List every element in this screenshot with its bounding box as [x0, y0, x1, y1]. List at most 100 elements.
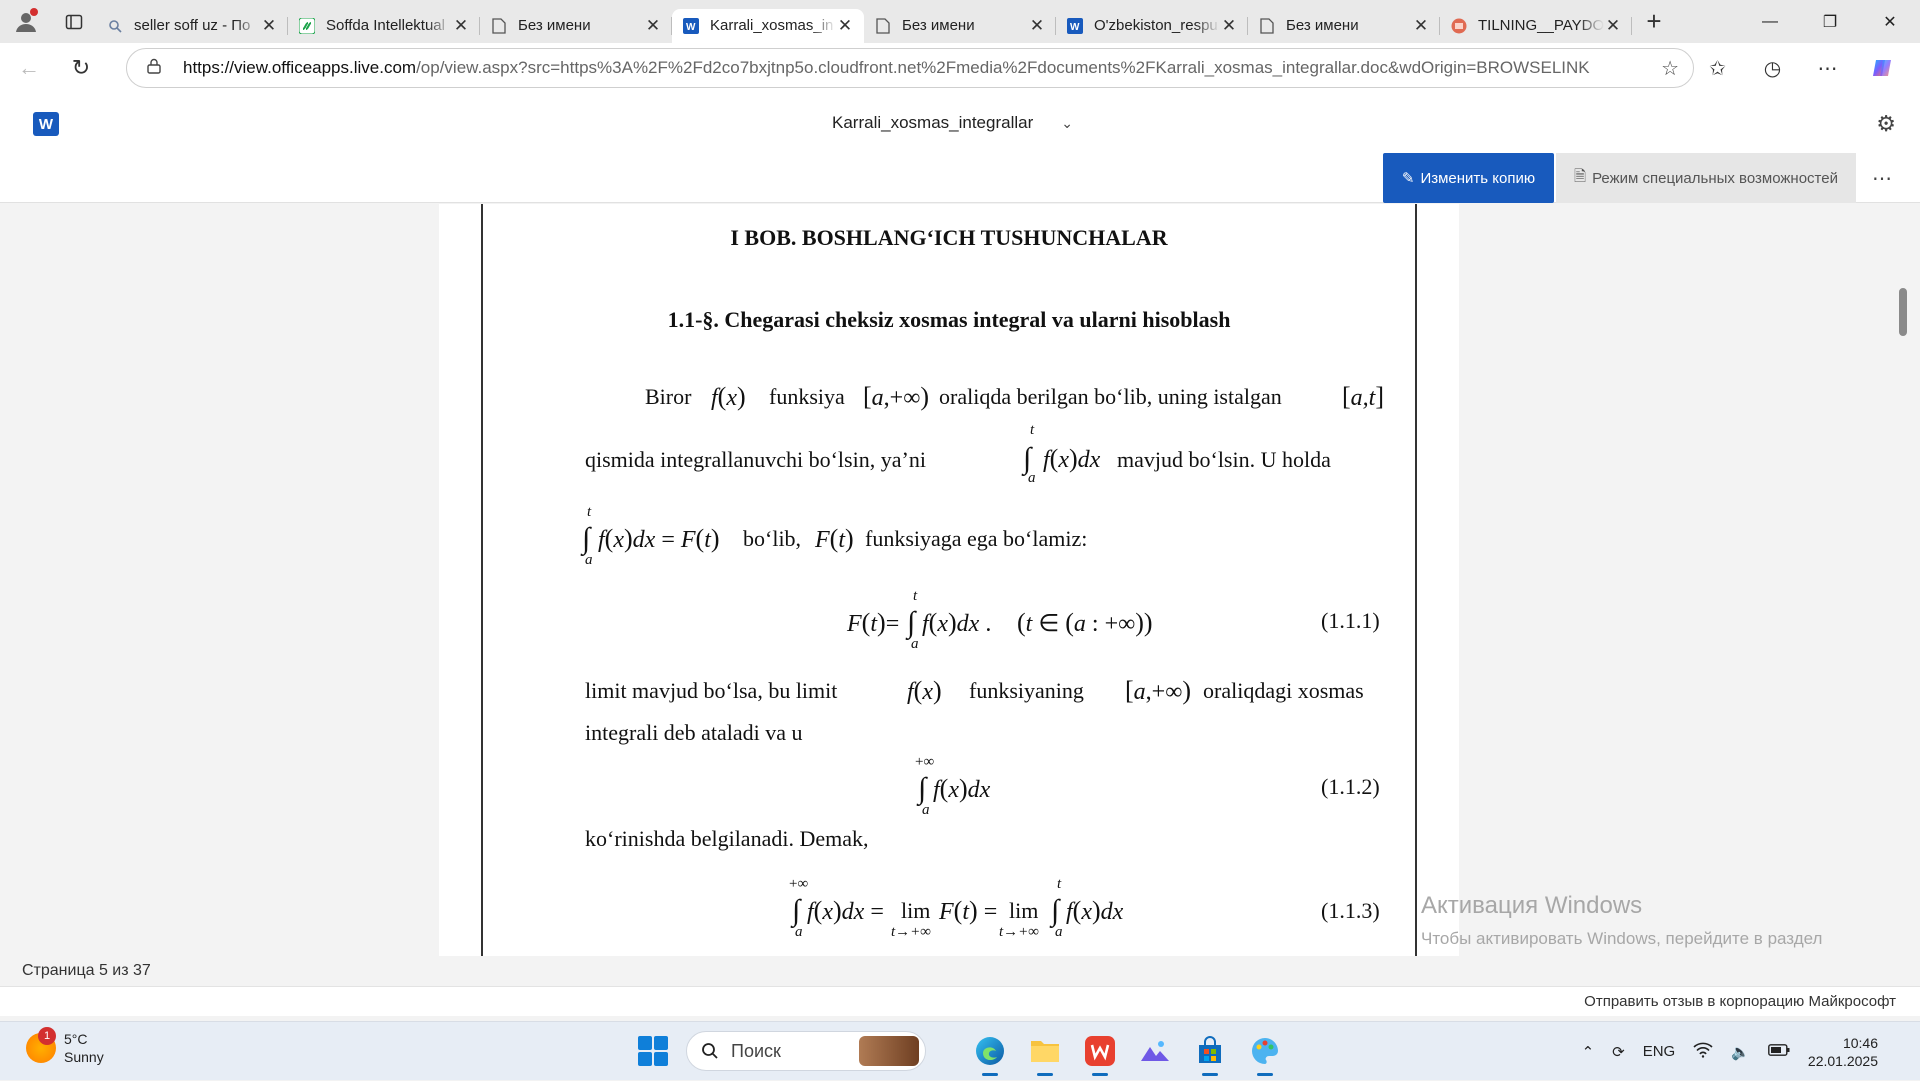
accessibility-mode-button[interactable]: 🗎 Режим специальных возможностей — [1556, 153, 1856, 203]
activation-watermark-title: Активация Windows — [1421, 892, 1643, 919]
formula-interval: [a,+∞) — [1125, 676, 1191, 705]
history-icon: ◷ — [1763, 57, 1782, 80]
formula-integral-equals-F: t ∫ a f(x)dx = F(t) — [582, 504, 720, 568]
more-options-button[interactable]: ⋯ — [1860, 153, 1904, 203]
equation-1-1-1: F(t)= t ∫ a f(x)dx . (t ∈ (a : +∞)) — [847, 588, 1153, 652]
para4-word: limit mavjud bo‘lsa, bu limit — [585, 678, 838, 703]
copilot-icon — [1872, 60, 1891, 76]
word-header: W Karrali_xosmas_integrallar ⌄ ⚙ ✎ Измен… — [0, 93, 1920, 203]
browser-tab-strip: seller soff uz - По ✕ Soffda Intellektua… — [0, 0, 1920, 43]
close-tab-icon[interactable]: ✕ — [260, 16, 278, 36]
wifi-icon[interactable] — [1693, 1042, 1713, 1062]
status-bar: Страница 5 из 37 — [0, 956, 1920, 986]
word-logo-icon[interactable]: W — [33, 112, 59, 136]
para4-word: oraliqdagi xosmas — [1203, 678, 1364, 703]
history-button[interactable]: ◷ — [1745, 48, 1800, 88]
close-tab-icon[interactable]: ✕ — [1220, 16, 1238, 36]
battery-icon[interactable] — [1768, 1043, 1790, 1060]
tab-label: TILNING__PAYDO — [1478, 17, 1604, 34]
copilot-button[interactable] — [1855, 48, 1910, 88]
profile-button[interactable] — [0, 0, 52, 43]
address-toolbar: ← ↻ https://view.officeapps.live.com/op/… — [0, 43, 1920, 93]
restore-button[interactable]: ❐ — [1800, 0, 1860, 43]
edit-copy-label: Изменить копию — [1420, 169, 1536, 187]
feedback-link[interactable]: Отправить отзыв в корпорацию Майкрософт — [1584, 993, 1896, 1010]
minimize-button[interactable]: — — [1740, 0, 1800, 43]
new-tab-button[interactable]: + — [1632, 0, 1676, 43]
more-horizontal-icon: ⋯ — [1872, 167, 1892, 190]
window-controls: — ❐ ✕ — [1740, 0, 1920, 43]
tab-label: Soffda Intellektual — [326, 17, 445, 34]
microsoft-store-icon[interactable] — [1192, 1033, 1228, 1076]
browser-right-buttons: ✩ ◷ ⋯ — [1690, 48, 1910, 88]
close-tab-icon[interactable]: ✕ — [1604, 16, 1622, 36]
close-tab-icon[interactable]: ✕ — [644, 16, 662, 36]
tab-actions-button[interactable] — [52, 0, 96, 43]
back-button[interactable]: ← — [6, 48, 52, 88]
address-bar[interactable]: https://view.officeapps.live.com/op/view… — [126, 48, 1694, 88]
section-title: 1.1-§. Chegarasi cheksiz xosmas integral… — [667, 307, 1231, 332]
chevron-up-icon[interactable]: ⌃ — [1582, 1043, 1595, 1061]
para2-word: qismida integrallanuvchi bo‘lsin, ya’ni — [585, 447, 926, 472]
settings-menu-button[interactable]: ⋯ — [1800, 48, 1855, 88]
formula-fx: f(x) — [711, 382, 746, 411]
wps-office-icon[interactable] — [1082, 1033, 1118, 1076]
browser-tab[interactable]: W O'zbekiston_respu ✕ — [1056, 9, 1248, 43]
browser-tab-active[interactable]: W Karrali_xosmas_in ✕ — [672, 8, 864, 43]
weather-widget[interactable]: 1 5°C Sunny — [26, 1027, 104, 1066]
reload-button[interactable]: ↻ — [58, 48, 104, 88]
more-horizontal-icon: ⋯ — [1817, 57, 1838, 80]
language-indicator[interactable]: ENG — [1643, 1043, 1676, 1060]
page-icon — [490, 17, 508, 35]
favorites-button[interactable]: ✩ — [1690, 48, 1745, 88]
file-explorer-icon[interactable] — [1027, 1033, 1063, 1076]
para5-text: integrali deb ataladi va u — [585, 720, 803, 745]
page-count: Страница 5 из 37 — [22, 962, 151, 979]
windows-logo-icon — [654, 1052, 668, 1066]
equation-1-1-3: +∞ ∫ a f(x)dx = lim t→+∞ F(t) = lim t→+∞… — [789, 876, 1124, 940]
sync-icon[interactable]: ⟳ — [1612, 1043, 1625, 1061]
reload-icon: ↻ — [71, 55, 91, 80]
browser-tab[interactable]: seller soff uz - По ✕ — [96, 9, 288, 43]
para3-word: bo‘lib, — [743, 526, 802, 551]
photos-app-icon[interactable] — [1137, 1033, 1173, 1069]
close-tab-icon[interactable]: ✕ — [1412, 16, 1430, 36]
url-text: https://view.officeapps.live.com/op/view… — [183, 58, 1661, 78]
pencil-icon: ✎ — [1401, 170, 1415, 187]
equation-number: (1.1.2) — [1321, 774, 1380, 799]
gear-icon[interactable]: ⚙ — [1876, 111, 1896, 137]
clock-time: 10:46 — [1842, 1034, 1878, 1051]
clock[interactable]: 10:46 22.01.2025 — [1808, 1034, 1896, 1070]
page-icon — [1258, 17, 1276, 35]
browser-tab[interactable]: Soffda Intellektual ✕ — [288, 9, 480, 43]
notification-badge: 1 — [38, 1027, 56, 1045]
document-title: Karrali_xosmas_integrallar — [832, 113, 1034, 132]
taskbar-search[interactable]: Поиск — [686, 1031, 926, 1071]
close-tab-icon[interactable]: ✕ — [836, 16, 854, 36]
tab-label: Karrali_xosmas_in — [710, 17, 834, 34]
edit-copy-button[interactable]: ✎ Изменить копию — [1383, 153, 1554, 203]
page-icon — [874, 17, 892, 35]
tab-actions-icon — [65, 14, 83, 29]
volume-icon[interactable]: 🔈 — [1731, 1043, 1750, 1061]
browser-tab[interactable]: Без имени ✕ — [864, 9, 1056, 43]
paint-app-icon[interactable] — [1247, 1033, 1283, 1076]
edge-taskbar-icon[interactable] — [972, 1033, 1008, 1076]
close-window-button[interactable]: ✕ — [1860, 0, 1920, 43]
url-path: /op/view.aspx?src=https%3A%2F%2Fd2co7bxj… — [416, 58, 1590, 77]
tab-label: Без имени — [1286, 17, 1359, 34]
windows-logo-icon — [638, 1036, 652, 1050]
browser-tab[interactable]: Без имени ✕ — [1248, 9, 1440, 43]
vertical-scrollbar-thumb[interactable] — [1899, 288, 1907, 336]
close-tab-icon[interactable]: ✕ — [452, 16, 470, 36]
browser-tab[interactable]: TILNING__PAYDO ✕ — [1440, 9, 1632, 43]
close-tab-icon[interactable]: ✕ — [1028, 16, 1046, 36]
start-button[interactable] — [638, 1036, 668, 1066]
windows-taskbar: 1 5°C Sunny Поиск ⌃ ⟳ ENG 🔈 10:46 22.01.… — [0, 1021, 1920, 1080]
formula-interval: [a,+∞) — [863, 382, 929, 411]
word-icon: W — [1066, 17, 1084, 35]
document-title-button[interactable]: Karrali_xosmas_integrallar ⌄ — [832, 113, 1073, 133]
favorite-star-icon[interactable]: ☆ — [1661, 56, 1679, 81]
document-viewer[interactable]: I BOB. BOSHLANG‘ICH TUSHUNCHALAR 1.1-§. … — [0, 204, 1920, 956]
browser-tab[interactable]: Без имени ✕ — [480, 9, 672, 43]
